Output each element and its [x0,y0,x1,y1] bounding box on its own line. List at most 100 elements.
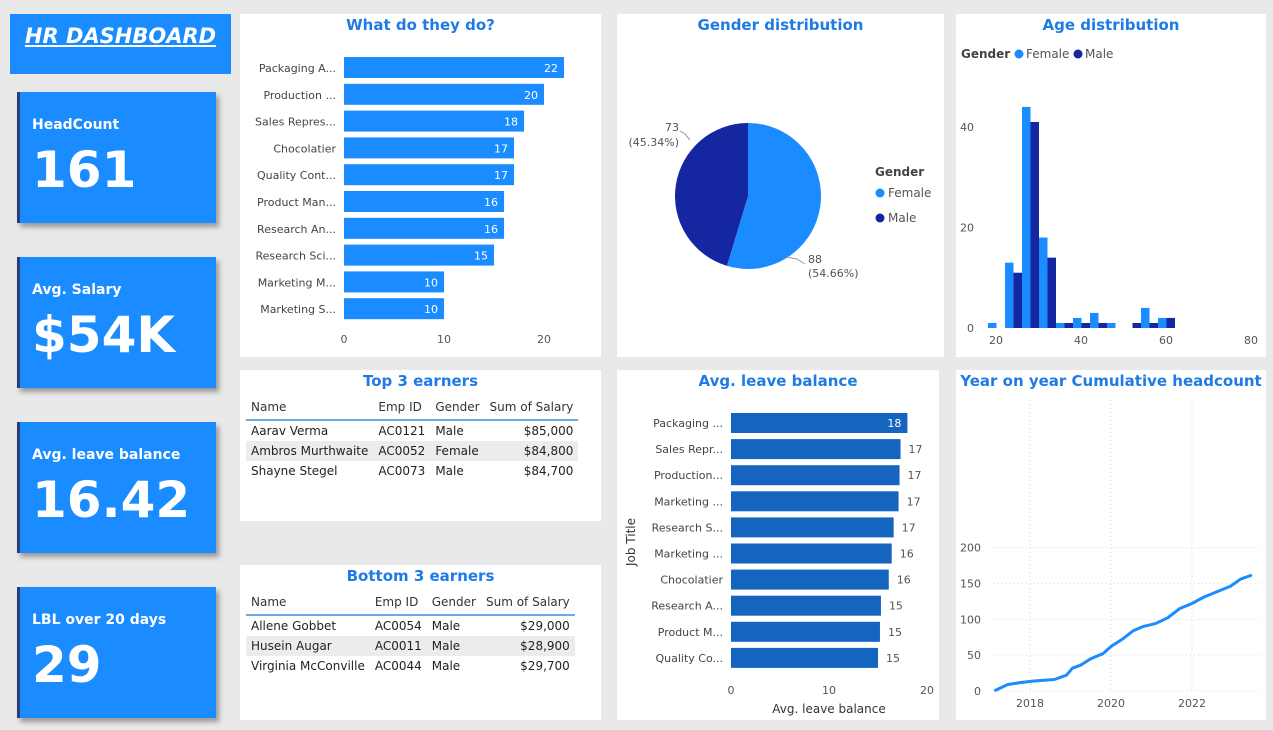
cell-salary: $29,000 [520,619,570,633]
legend-label: Male [1085,47,1113,61]
bar [344,217,504,239]
cell-gender: Male [435,424,464,438]
table-row[interactable]: Husein Augar AC0011 Male $28,900 [246,636,575,656]
cell-name: Virginia McConville [251,659,365,673]
table-row[interactable]: Ambros Murthwaite AC0052 Female $84,800 [246,441,579,461]
cell-name: Aarav Verma [251,424,329,438]
bar [344,137,514,159]
cell-salary: $29,700 [520,659,570,673]
category-label: Production ... [263,89,336,102]
kpi-avg-salary-card: Avg. Salary $54K [17,257,216,388]
bar-female [1022,106,1031,329]
data-label: 22 [544,62,558,75]
data-label: (45.34%) [628,136,679,149]
bar-female [1090,312,1099,328]
category-label: Chocolatier [273,142,336,155]
kpi-avg-leave-label: Avg. leave balance [32,447,181,463]
cumulative-panel: Year on year Cumulative headcount 0 50 100… [956,370,1266,720]
bar-female [1141,307,1150,328]
category-label: Marketing M... [258,276,336,289]
cell-gender: Male [431,659,461,673]
table-header-row: Name Emp ID Gender Sum of Salary [246,591,575,616]
category-label: Marketing ... [654,548,723,561]
cell-emp-id: AC0054 [374,619,422,633]
category-label: Marketing ... [654,495,723,508]
col-header-gender[interactable]: Gender [430,396,485,421]
kpi-headcount-card: HeadCount 161 [17,92,216,223]
kpi-headcount-label: HeadCount [32,117,120,133]
legend-marker [875,213,885,223]
category-label: Quality Cont... [257,169,336,182]
bar-male [1166,317,1175,328]
cell-gender: Female [430,441,485,461]
x-tick-label: 20 [920,684,934,697]
bar [344,244,494,266]
kpi-headcount-value: 161 [32,141,137,199]
leader-line [786,256,806,265]
bar [731,543,892,564]
data-label: 88 [808,253,822,266]
bar-male [1098,322,1107,328]
data-label: 15 [889,600,903,613]
data-label: 15 [886,652,900,665]
cell-gender: Male [431,619,461,633]
category-label: Product Man... [257,196,336,209]
data-label: 18 [504,116,518,129]
cell-emp-id: AC0011 [369,636,427,656]
bar [731,517,894,538]
kpi-lbl-label: LBL over 20 days [32,612,167,628]
x-tick-label: 10 [822,684,836,697]
bar-male [1132,322,1141,328]
col-header-salary[interactable]: Sum of Salary [480,591,575,616]
bar-female [1056,322,1065,328]
category-label: Quality Co... [655,652,723,665]
table-row[interactable]: Virginia McConville AC0044 Male $29,700 [246,656,575,676]
top-earners-panel: Top 3 earners Name Emp ID Gender Sum of … [240,370,601,521]
bar [344,164,514,186]
series-line [994,573,1253,692]
table-row[interactable]: Aarav Verma AC0121 Male $85,000 [246,420,578,441]
cell-name: Allene Gobbet [251,619,337,633]
col-header-name[interactable]: Name [246,396,374,421]
x-tick-label: 20 [537,333,551,346]
bar-female [1073,317,1082,328]
col-header-emp-id[interactable]: Emp ID [369,591,427,616]
category-label: Marketing S... [260,303,336,316]
category-label: Research A... [651,600,723,613]
cell-gender: Male [435,464,464,478]
bar-male [1013,272,1022,328]
legend-title: Gender [961,47,1010,61]
data-label: (54.66%) [808,267,859,280]
bar-male [1047,257,1056,328]
x-tick-label: 20 [989,334,1003,347]
y-tick-label: 100 [960,613,981,626]
cell-name: Ambros Murthwaite [246,441,374,461]
bar-male [1064,322,1073,328]
leader-line [679,130,691,141]
category-label: Production... [654,469,723,482]
bar-male [1081,322,1090,328]
col-header-emp-id[interactable]: Emp ID [373,396,431,421]
table-row[interactable]: Allene Gobbet AC0054 Male $29,000 [246,615,575,636]
y-tick-label: 50 [967,649,981,662]
leave-chart: Packaging ... 18 Sales Repr... 17 Production… [624,413,934,716]
data-label: 15 [474,250,488,263]
legend-marker [1073,49,1083,59]
kpi-lbl-card: LBL over 20 days 29 [17,587,216,718]
y-tick-label: 0 [974,685,981,698]
category-label: Research An... [257,223,336,236]
table-row[interactable]: Shayne Stegel AC0073 Male $84,700 [246,461,578,481]
y-axis-title: Job Title [624,518,638,567]
category-label: Sales Repres... [255,116,336,129]
bar-female [988,322,997,328]
top-earners-table: Name Emp ID Gender Sum of Salary Aarav V… [246,396,579,481]
col-header-name[interactable]: Name [246,591,370,616]
data-label: 10 [424,303,438,316]
data-label: 10 [424,276,438,289]
col-header-salary[interactable]: Sum of Salary [484,396,579,421]
data-label: 17 [909,443,923,456]
kpi-avg-leave-card: Avg. leave balance 16.42 [17,422,216,553]
cell-salary: $85,000 [523,424,574,438]
col-header-gender[interactable]: Gender [426,591,481,616]
x-tick-label: 60 [1159,334,1173,347]
